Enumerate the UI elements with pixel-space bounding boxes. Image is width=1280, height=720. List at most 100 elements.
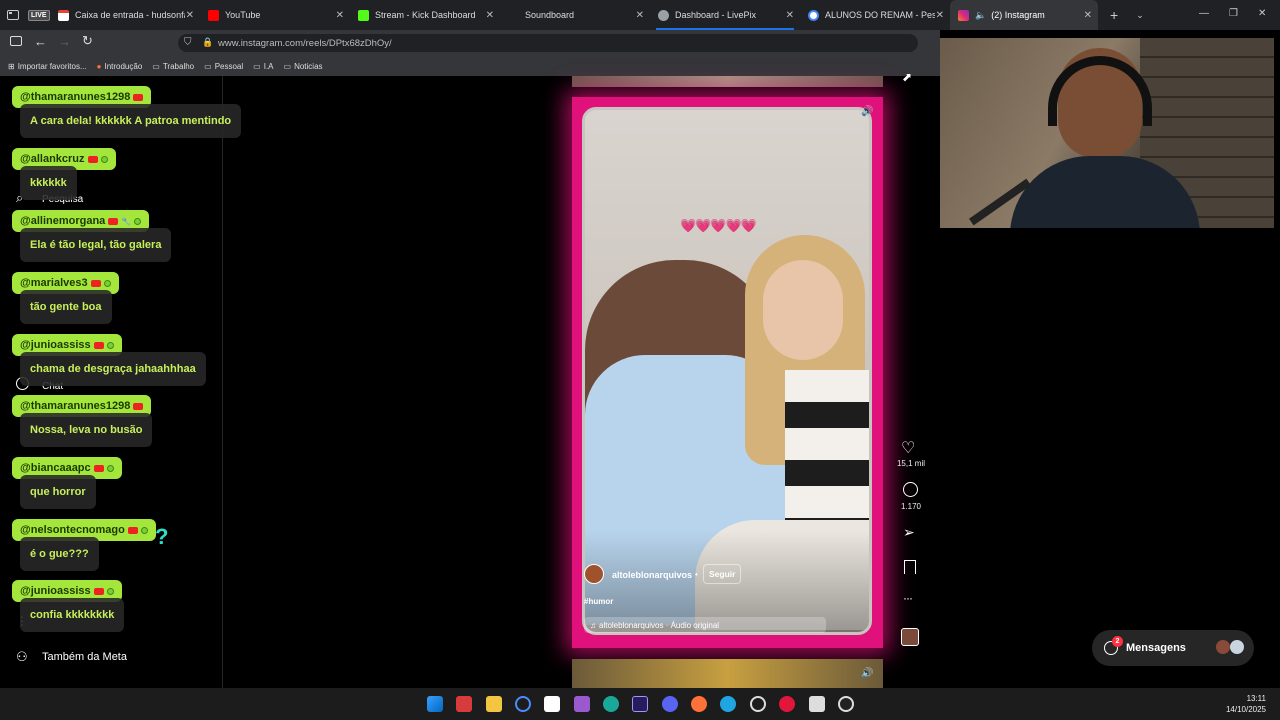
save-icon[interactable] [904, 560, 916, 574]
sidebar-item-meta[interactable]: Também da Meta [42, 651, 127, 663]
new-tab-button[interactable]: + [1110, 7, 1118, 23]
bookmark-label: Noticias [294, 61, 323, 71]
author-avatar[interactable] [584, 564, 604, 584]
close-icon[interactable]: ✕ [186, 10, 194, 21]
tab-list-chevron-icon[interactable]: ⌄ [1136, 10, 1144, 21]
firefox-icon[interactable] [691, 696, 707, 712]
system-clock[interactable]: 13:11 14/10/2025 [1226, 693, 1266, 715]
minimize-button[interactable]: — [1199, 8, 1209, 19]
folder-icon: ▭ [152, 61, 160, 71]
chat-message: é o gue??? [20, 537, 99, 571]
lock-icon[interactable]: 🔒 [202, 37, 213, 48]
folder-icon: ▭ [283, 61, 292, 71]
wrench-icon: 🔧 [121, 216, 132, 226]
meta-apps-icon[interactable]: ⚇ [16, 649, 28, 665]
chat-username-text: @junioassiss [20, 339, 91, 351]
close-icon[interactable]: ✕ [786, 10, 794, 21]
tab-kick[interactable]: Stream - Kick Dashboard ✕ [350, 0, 500, 30]
tab-live[interactable]: LIVE [26, 0, 50, 30]
tab-google-search[interactable]: ALUNOS DO RENAM - Pesquisa ✕ [800, 0, 950, 30]
opera-icon[interactable] [779, 696, 795, 712]
back-icon[interactable]: ← [34, 34, 47, 49]
chat-username-text: @junioassiss [20, 585, 91, 597]
bookmark-ia[interactable]: ▭ I.A [253, 62, 273, 71]
share-icon[interactable]: ➢ [903, 524, 915, 541]
bookmark-trabalho[interactable]: ▭ Trabalho [152, 62, 194, 71]
chat-message: Ela é tão legal, tão galera [20, 228, 172, 262]
bookmark-label: Introdução [104, 61, 143, 71]
tab-kick-label: Stream - Kick Dashboard [375, 10, 476, 20]
shield-icon[interactable]: ⛉ [184, 37, 192, 48]
tab-gmail[interactable]: Caixa de entrada - hudsonfabio ✕ [50, 0, 200, 30]
chat-username-text: @marialves3 [20, 277, 88, 289]
reel-video-frame[interactable]: 💗💗💗💗💗 🔊 altoleblonarquivos • Seguir #hum… [572, 97, 883, 648]
tab-youtube[interactable]: YouTube ✕ [200, 0, 350, 30]
window-close-button[interactable]: ✕ [1258, 8, 1266, 19]
tab-actions-icon[interactable] [0, 0, 26, 30]
app-icon-purple[interactable] [574, 696, 590, 712]
chat-message-text: Nossa, leva no busão [30, 424, 143, 436]
clock-date: 14/10/2025 [1225, 705, 1266, 714]
comment-icon[interactable] [903, 482, 918, 497]
premiere-icon[interactable] [632, 696, 648, 712]
messages-button[interactable]: 2 Mensagens [1092, 630, 1254, 666]
soundboard-icon [508, 10, 519, 21]
youtube-badge-icon [133, 93, 144, 101]
obs-icon[interactable] [838, 696, 854, 712]
bookmark-label: Trabalho [162, 61, 195, 71]
app-icon-outline[interactable] [750, 696, 766, 712]
more-options-icon[interactable]: ··· [903, 591, 913, 605]
close-icon[interactable]: ✕ [1084, 10, 1092, 21]
chat-username-text: @nelsontecnomago [20, 524, 125, 536]
audio-pill[interactable]: ♫ altoleblonarquivos · Áudio original [584, 617, 826, 633]
file-explorer-icon[interactable] [486, 696, 502, 712]
app-icon-grid[interactable] [809, 696, 825, 712]
tab-soundboard[interactable]: Soundboard ✕ [500, 0, 650, 30]
tab-livepix[interactable]: Dashboard - LivePix ✕ [650, 0, 800, 30]
url-input[interactable]: ⛉ 🔒 www.instagram.com/reels/DPtx68zDhOy/ [178, 34, 918, 52]
next-reel-thumbnail[interactable] [572, 659, 883, 688]
audio-cover-thumbnail[interactable] [901, 628, 919, 646]
tab-livepix-label: Dashboard - LivePix [675, 10, 757, 20]
close-icon[interactable]: ✕ [936, 10, 944, 21]
forward-icon[interactable]: → [58, 34, 71, 49]
sidebar-toggle-icon[interactable] [10, 36, 22, 46]
app-icon-teal[interactable] [603, 696, 619, 712]
volume-icon[interactable]: 🔊 [861, 106, 873, 117]
bookmark-pessoal[interactable]: ▭ Pessoal [204, 62, 243, 71]
webcam-overlay [940, 38, 1274, 228]
member-badge-icon [106, 341, 114, 349]
previous-reel-icon[interactable]: ⬈ [902, 70, 912, 84]
bookmark-import[interactable]: ⊞ Importar favoritos... [8, 62, 87, 71]
like-icon[interactable]: ♡ [901, 438, 915, 458]
close-icon[interactable]: ✕ [336, 10, 344, 21]
bookmark-introducao[interactable]: ● Introdução [97, 62, 143, 71]
previous-reel-thumbnail[interactable] [572, 76, 883, 87]
reel-video[interactable]: 💗💗💗💗💗 [582, 107, 872, 635]
follow-button[interactable]: Seguir [703, 564, 742, 584]
tab-instagram-label: (2) Instagram [991, 10, 1045, 20]
todo-icon[interactable] [515, 696, 531, 712]
tab-instagram[interactable]: 🔈 (2) Instagram ✕ [950, 0, 1098, 30]
reload-icon[interactable]: ↻ [82, 33, 93, 49]
tab-youtube-label: YouTube [225, 10, 261, 20]
reel-author[interactable]: altoleblonarquivos [612, 570, 692, 580]
bookmark-label: I.A [263, 61, 274, 71]
next-reel-volume-icon[interactable]: 🔊 [861, 668, 873, 679]
speaker-icon[interactable]: 🔈 [975, 10, 986, 21]
discord-icon[interactable] [662, 696, 678, 712]
reel-overlay-hearts: 💗💗💗💗💗 [680, 218, 757, 233]
maximize-button[interactable]: ❐ [1229, 8, 1238, 19]
reel-hashtag[interactable]: #humor [584, 597, 613, 606]
messages-label: Mensagens [1126, 642, 1186, 654]
close-icon[interactable]: ✕ [486, 10, 494, 21]
close-icon[interactable]: ✕ [636, 10, 644, 21]
youtube-badge-icon [93, 341, 104, 349]
windows-start-icon[interactable] [427, 696, 443, 712]
bookmark-noticias[interactable]: ▭ Noticias [284, 62, 323, 71]
edge-icon[interactable] [720, 696, 736, 712]
notion-icon[interactable] [544, 696, 560, 712]
youtube-badge-icon [90, 279, 101, 287]
person-right-shirt [785, 370, 869, 520]
app-icon-red[interactable] [456, 696, 472, 712]
